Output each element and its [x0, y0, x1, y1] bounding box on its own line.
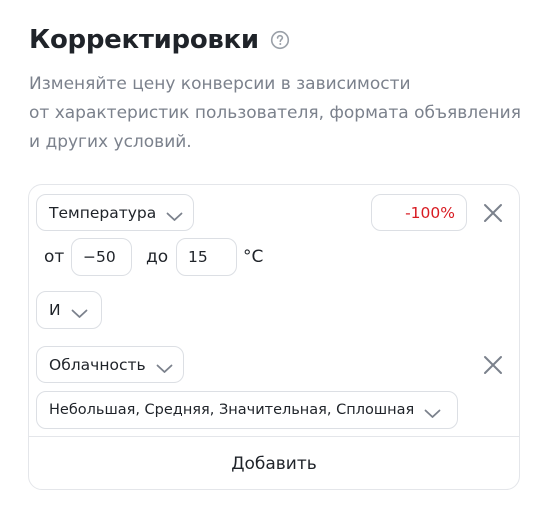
temperature-to-value: 15	[188, 248, 208, 266]
add-button-label: Добавить	[231, 453, 317, 474]
chevron-down-icon	[424, 405, 441, 418]
chevron-down-icon	[71, 305, 88, 318]
description-line: Изменяйте цену конверсии в зависимости	[29, 74, 411, 94]
description-line: и других условий.	[29, 132, 192, 152]
cloudiness-values-label: Небольшая, Средняя, Значительная, Сплошн…	[49, 402, 415, 418]
adjustment-percent-value: -100%	[405, 203, 455, 222]
add-button[interactable]: Добавить	[29, 437, 519, 490]
adjustment-percent-input[interactable]: -100%	[371, 194, 467, 231]
temperature-select[interactable]: Температура	[36, 194, 194, 231]
temperature-select-label: Температура	[49, 203, 157, 222]
cloudiness-select[interactable]: Облачность	[36, 346, 184, 383]
title-row: Корректировки	[29, 25, 290, 55]
from-label: от	[44, 247, 65, 267]
description-line: от характеристик пользователя, формата о…	[29, 103, 521, 123]
temperature-from-input[interactable]: −50	[71, 238, 132, 276]
unit-label: °C	[243, 247, 264, 267]
cloudiness-select-label: Облачность	[49, 355, 146, 374]
page-title: Корректировки	[29, 25, 259, 55]
remove-condition-icon[interactable]	[483, 203, 503, 223]
remove-condition-icon[interactable]	[483, 355, 503, 375]
to-label: до	[146, 247, 169, 267]
chevron-down-icon	[166, 208, 183, 221]
temperature-from-value: −50	[83, 248, 116, 266]
operator-select-label: И	[49, 301, 61, 319]
operator-select[interactable]: И	[36, 291, 102, 329]
page-description: Изменяйте цену конверсии в зависимости о…	[29, 70, 529, 157]
adjustments-card: Температура -100% от −50 до 15 °C И Обла…	[28, 184, 520, 490]
cloudiness-values-select[interactable]: Небольшая, Средняя, Значительная, Сплошн…	[36, 391, 458, 429]
help-icon[interactable]	[270, 30, 290, 50]
chevron-down-icon	[156, 360, 173, 373]
temperature-to-input[interactable]: 15	[176, 238, 237, 276]
